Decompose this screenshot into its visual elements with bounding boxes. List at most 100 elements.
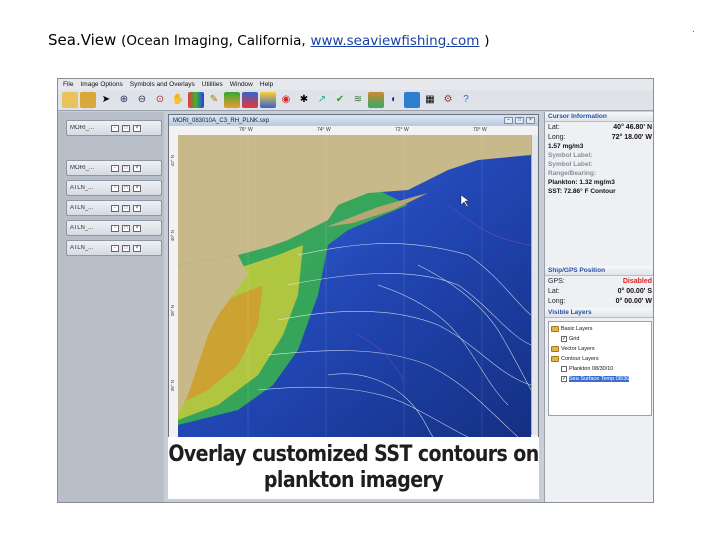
maximize-icon[interactable]: □ <box>122 124 130 132</box>
doc-item[interactable]: ATLN_... ▫ □ × <box>66 220 162 236</box>
tree-node-sst[interactable]: ✓ Sea Surface Temp 08/30 <box>551 374 649 384</box>
close-icon[interactable]: × <box>133 184 141 192</box>
restore-icon[interactable]: ▫ <box>111 124 119 132</box>
ship-gps-header[interactable]: Ship/GPS Position <box>545 266 653 276</box>
close-icon[interactable]: × <box>133 124 141 132</box>
settings-icon[interactable]: ⚙ <box>440 92 456 108</box>
restore-icon[interactable]: ▫ <box>111 184 119 192</box>
stack-icon[interactable] <box>368 92 384 108</box>
doc-item[interactable]: MORI_... ▫ □ × <box>66 120 162 136</box>
maximize-icon[interactable]: □ <box>122 204 130 212</box>
basic-layers-label: Basic Layers <box>561 326 593 332</box>
tree-node-grid[interactable]: ✓ Grid <box>551 334 649 344</box>
doc-item[interactable]: ATLN_... ▫ □ × <box>66 240 162 256</box>
tree-node-plankton[interactable]: Plankton 08/30/10 <box>551 364 649 374</box>
lon-tick: 74° W <box>317 127 331 133</box>
plankton-value: Plankton: 1.32 mg/m3 <box>548 179 615 186</box>
menu-help[interactable]: Help <box>260 81 273 88</box>
checkmark-icon[interactable]: ✔ <box>332 92 348 108</box>
doc-item[interactable]: MORI_... ▫ □ × <box>66 160 162 176</box>
cursor-info-header[interactable]: Cursor Information <box>545 112 653 122</box>
zoom-in-icon[interactable]: ⊕ <box>116 92 132 108</box>
zoom-out-icon[interactable]: ⊖ <box>134 92 150 108</box>
grid-checkbox[interactable]: ✓ <box>561 336 567 342</box>
document-list-panel: MORI_... ▫ □ × MORI_... ▫ □ × ATLN_... ▫… <box>58 112 164 502</box>
caption-box: Overlay customized SST contours on plank… <box>168 437 539 499</box>
target-icon[interactable]: ◉ <box>278 92 294 108</box>
panel-spacer <box>545 196 653 266</box>
menu-file[interactable]: File <box>63 81 73 88</box>
menu-symbols-overlays[interactable]: Symbols and Overlays <box>130 81 195 88</box>
menu-window[interactable]: Window <box>230 81 253 88</box>
close-icon[interactable]: × <box>526 117 535 124</box>
title-sub: (Ocean Imaging, California, <box>121 33 306 49</box>
close-icon[interactable]: × <box>133 164 141 172</box>
tree-node-contour[interactable]: Contour Layers <box>551 354 649 364</box>
maximize-icon[interactable]: □ <box>122 244 130 252</box>
cursor-lat-row: Lat: 40° 46.80' N <box>545 122 653 132</box>
ruler-icon[interactable]: ✎ <box>206 92 222 108</box>
lat-tick: 42° N <box>170 155 175 167</box>
lon-tick: 72° W <box>395 127 409 133</box>
contrast-icon[interactable]: ◐ <box>386 92 402 108</box>
close-icon[interactable]: × <box>133 204 141 212</box>
folder-open-icon[interactable] <box>62 92 78 108</box>
tree-node-vector[interactable]: Vector Layers <box>551 344 649 354</box>
pointer-icon[interactable]: ➤ <box>98 92 114 108</box>
restore-icon[interactable]: ▫ <box>111 164 119 172</box>
doc-item[interactable]: ATLN_... ▫ □ × <box>66 180 162 196</box>
map-window-title: MORI_083010A_C3_RH_PLNK.sxp <box>173 117 270 124</box>
sst-checkbox[interactable]: ✓ <box>561 376 567 382</box>
menu-utilities[interactable]: Utilities <box>202 81 223 88</box>
title-close: ) <box>484 33 490 49</box>
gps-lat-row: Lat: 0° 00.00' S <box>545 286 653 296</box>
map-window-titlebar[interactable]: MORI_083010A_C3_RH_PLNK.sxp – □ × <box>169 115 538 126</box>
doc-label: MORI_... <box>70 125 95 131</box>
tree-node-basic[interactable]: Basic Layers <box>551 324 649 334</box>
lon-tick: 70° W <box>473 127 487 133</box>
spider-icon[interactable]: ✱ <box>296 92 312 108</box>
maximize-icon[interactable]: □ <box>515 117 524 124</box>
cursor-lat-label: Lat: <box>548 123 560 131</box>
menu-image-options[interactable]: Image Options <box>80 81 122 88</box>
restore-icon[interactable]: ▫ <box>111 204 119 212</box>
crop-icon[interactable] <box>242 92 258 108</box>
close-icon[interactable]: × <box>133 224 141 232</box>
doc-label: ATLN_... <box>70 225 94 231</box>
cube-icon[interactable] <box>404 92 420 108</box>
waves-icon[interactable]: ≋ <box>350 92 366 108</box>
visible-layers-header[interactable]: Visible Layers <box>545 308 653 318</box>
plankton-checkbox[interactable] <box>561 366 567 372</box>
plankton-sst-map[interactable] <box>178 135 531 437</box>
export-icon[interactable] <box>260 92 276 108</box>
folder-icon[interactable] <box>80 92 96 108</box>
restore-icon[interactable]: ▫ <box>111 244 119 252</box>
maximize-icon[interactable]: □ <box>122 224 130 232</box>
maximize-icon[interactable]: □ <box>122 164 130 172</box>
restore-icon[interactable]: ▫ <box>111 224 119 232</box>
caption-line-2: plankton imagery <box>263 467 444 493</box>
grid-icon[interactable]: ▦ <box>422 92 438 108</box>
gps-lat-value: 0° 00.00' S <box>617 287 652 295</box>
pan-hand-icon[interactable]: ✋ <box>170 92 186 108</box>
maximize-icon[interactable]: □ <box>122 184 130 192</box>
toolbar: ➤ ⊕ ⊖ ⊙ ✋ ✎ ◉ ✱ ↗ ✔ ≋ ◐ ▦ ⚙ ? <box>58 90 653 111</box>
latitude-axis: 42° N 40° N 38° N 36° N <box>169 135 178 415</box>
doc-label: ATLN_... <box>70 205 94 211</box>
map-vertical-scrollbar[interactable] <box>531 135 538 435</box>
website-link[interactable]: www.seaviewfishing.com <box>310 33 479 49</box>
layers-icon[interactable] <box>224 92 240 108</box>
help-icon[interactable]: ? <box>458 92 474 108</box>
arrow-icon[interactable]: ↗ <box>314 92 330 108</box>
map-window: MORI_083010A_C3_RH_PLNK.sxp – □ × 76° W … <box>168 114 539 439</box>
folder-icon <box>551 346 559 352</box>
color-palette-icon[interactable] <box>188 92 204 108</box>
close-icon[interactable]: × <box>133 244 141 252</box>
sst-layer-label: Sea Surface Temp 08/30 <box>569 376 630 382</box>
zoom-box-icon[interactable]: ⊙ <box>152 92 168 108</box>
layer-tree: Basic Layers ✓ Grid Vector Layers Contou… <box>548 321 652 416</box>
minimize-icon[interactable]: – <box>504 117 513 124</box>
doc-label: ATLN_... <box>70 185 94 191</box>
doc-item[interactable]: ATLN_... ▫ □ × <box>66 200 162 216</box>
folder-icon <box>551 326 559 332</box>
